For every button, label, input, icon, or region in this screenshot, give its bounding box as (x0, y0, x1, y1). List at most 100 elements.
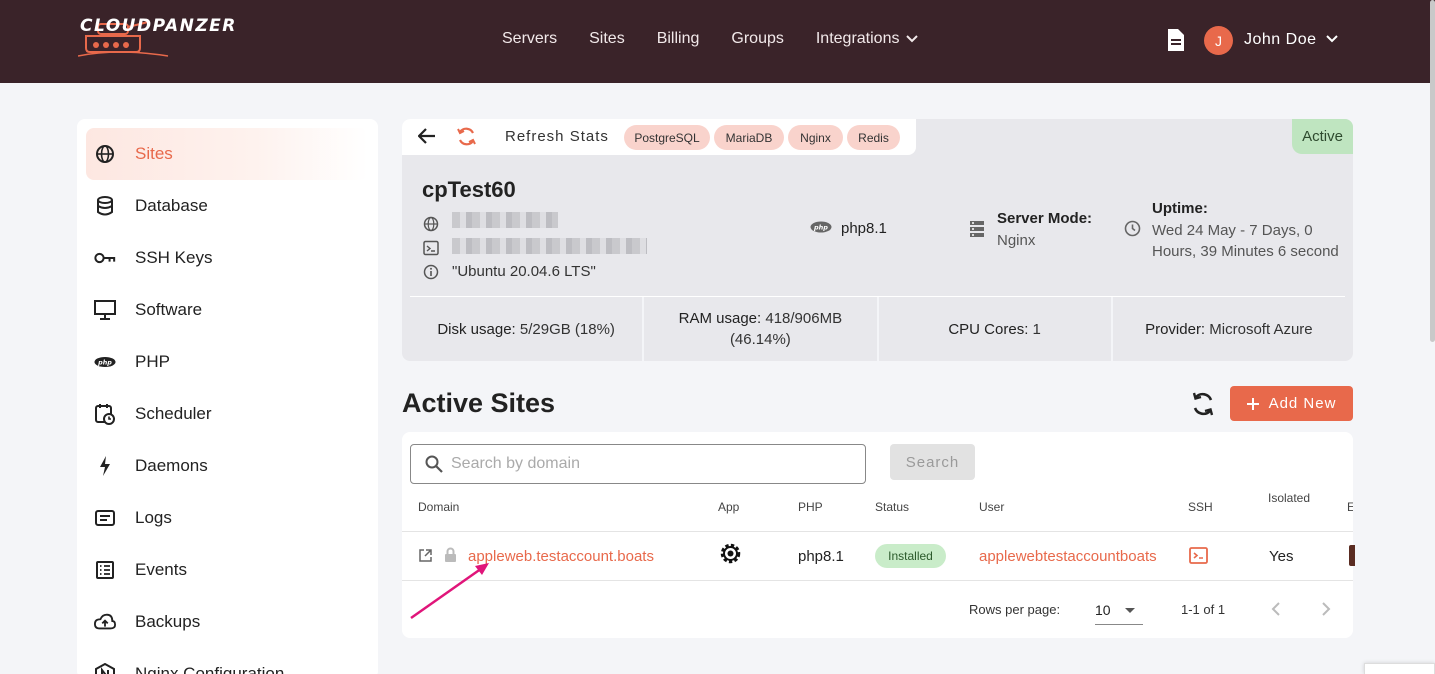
server-mode-value: Nginx (997, 232, 1036, 249)
sidebar-item-database[interactable]: Database (86, 180, 368, 232)
chevron-down-icon[interactable] (1325, 34, 1339, 44)
php-version: php8.1 (841, 220, 887, 237)
sidebar-item-label: Sites (135, 144, 173, 163)
domain-search-input[interactable] (451, 453, 851, 475)
column-header-php[interactable]: PHP (798, 500, 823, 514)
sidebar-item-ssh-keys[interactable]: SSH Keys (86, 232, 368, 284)
provider-label: Provider: (1145, 320, 1206, 338)
plus-icon (1246, 397, 1259, 410)
svg-text:php: php (813, 224, 828, 232)
svg-text:php: php (97, 358, 112, 366)
nav-billing[interactable]: Billing (657, 30, 700, 48)
calendar-clock-icon (94, 403, 116, 425)
dropdown-arrow-icon (1125, 608, 1135, 613)
cpu-cores-stat: CPU Cores: 1 (879, 297, 1113, 361)
column-header-isolated[interactable]: Isolated (1268, 491, 1310, 505)
sidebar-item-daemons[interactable]: Daemons (86, 440, 368, 492)
redacted-hostname (452, 238, 647, 254)
document-icon[interactable] (1166, 29, 1186, 51)
provider-stat: Provider: Microsoft Azure (1113, 297, 1345, 361)
disk-usage-label: Disk usage: (437, 320, 516, 338)
sidebar-item-software[interactable]: Software (86, 284, 368, 336)
column-header-domain[interactable]: Domain (418, 500, 459, 514)
user-name[interactable]: John Doe (1244, 31, 1317, 49)
cloud-upload-icon (94, 611, 116, 633)
rows-per-page-value: 10 (1095, 602, 1111, 618)
monitor-icon (94, 299, 116, 321)
corner-widget (1364, 663, 1435, 674)
chevron-right-icon[interactable] (1320, 602, 1332, 616)
site-domain-link[interactable]: appleweb.testaccount.boats (468, 548, 654, 565)
sidebar-item-label: Daemons (135, 456, 208, 475)
service-chip-postgresql: PostgreSQL (624, 125, 710, 150)
sidebar: Sites Database SSH Keys Software php PHP… (77, 119, 378, 674)
sidebar-item-label: PHP (135, 352, 170, 371)
rows-per-page-select[interactable]: 10 (1095, 598, 1143, 625)
app-gear-icon (720, 543, 741, 564)
active-sites-title: Active Sites (402, 388, 556, 418)
annotation-arrow-icon (410, 563, 489, 620)
service-chip-nginx: Nginx (788, 125, 843, 150)
column-header-extra[interactable]: E (1347, 500, 1353, 514)
sidebar-item-label: SSH Keys (135, 248, 213, 267)
column-header-app[interactable]: App (718, 500, 739, 514)
nav-groups[interactable]: Groups (731, 30, 783, 48)
globe-icon (94, 143, 116, 165)
sidebar-item-label: Events (135, 560, 187, 579)
chevron-down-icon (906, 35, 919, 43)
search-button[interactable]: Search (890, 444, 975, 480)
server-rack-icon (970, 221, 984, 237)
site-user-link[interactable]: applewebtestaccountboats (979, 548, 1157, 565)
column-header-ssh[interactable]: SSH (1188, 500, 1213, 514)
back-arrow-icon[interactable] (418, 127, 436, 145)
sidebar-item-backups[interactable]: Backups (86, 596, 368, 648)
row-divider (402, 531, 1353, 532)
server-status-badge: Active (1292, 119, 1353, 154)
main-nav: Servers Sites Billing Groups Integration… (502, 30, 951, 48)
server-name: cpTest60 (422, 177, 516, 202)
column-header-user[interactable]: User (979, 500, 1004, 514)
brand-name: CLOUDPANZER (80, 16, 237, 36)
page-scrollbar[interactable] (1430, 0, 1435, 342)
redacted-ip (452, 212, 558, 228)
ram-usage-stat: RAM usage: 418/906MB (46.14%) (644, 297, 879, 361)
sidebar-item-scheduler[interactable]: Scheduler (86, 388, 368, 440)
sidebar-item-logs[interactable]: Logs (86, 492, 368, 544)
column-header-status[interactable]: Status (875, 500, 909, 514)
sync-icon[interactable] (1188, 389, 1218, 419)
nav-servers[interactable]: Servers (502, 30, 557, 48)
server-mode-label: Server Mode: (997, 210, 1093, 227)
php-icon: php (94, 351, 116, 373)
chevron-left-icon[interactable] (1270, 602, 1282, 616)
domain-search-box (410, 444, 866, 484)
clock-icon (1124, 220, 1141, 237)
sidebar-item-sites[interactable]: Sites (86, 128, 368, 180)
cpu-cores-label: CPU Cores: (948, 320, 1029, 338)
sidebar-item-label: Backups (135, 612, 201, 631)
key-icon (94, 247, 116, 269)
refresh-icon[interactable] (456, 126, 477, 147)
logs-icon (94, 507, 116, 529)
uptime-label: Uptime: (1152, 200, 1208, 217)
refresh-stats-label[interactable]: Refresh Stats (505, 128, 609, 145)
row-divider (402, 580, 1353, 581)
sidebar-item-label: Scheduler (135, 404, 212, 423)
sidebar-item-events[interactable]: Events (86, 544, 368, 596)
os-version: "Ubuntu 20.04.6 LTS" (452, 263, 596, 280)
nginx-icon (94, 663, 116, 674)
add-new-button[interactable]: Add New (1230, 386, 1353, 421)
status-badge: Installed (875, 544, 946, 568)
nav-integrations[interactable]: Integrations (816, 30, 920, 48)
php-icon: php (810, 221, 832, 233)
sidebar-item-php[interactable]: php PHP (86, 336, 368, 388)
site-php-version: php8.1 (798, 548, 844, 565)
globe-icon (423, 216, 439, 232)
uptime-value: Wed 24 May - 7 Days, 0 Hours, 39 Minutes… (1152, 222, 1339, 260)
terminal-icon[interactable] (1189, 547, 1208, 564)
sidebar-item-nginx-configuration[interactable]: Nginx Configuration (86, 648, 368, 674)
service-chip-mariadb: MariaDB (714, 125, 784, 150)
row-action-button[interactable] (1349, 545, 1355, 566)
bolt-icon (94, 455, 116, 477)
nav-sites[interactable]: Sites (589, 30, 625, 48)
avatar[interactable]: J (1204, 26, 1233, 55)
